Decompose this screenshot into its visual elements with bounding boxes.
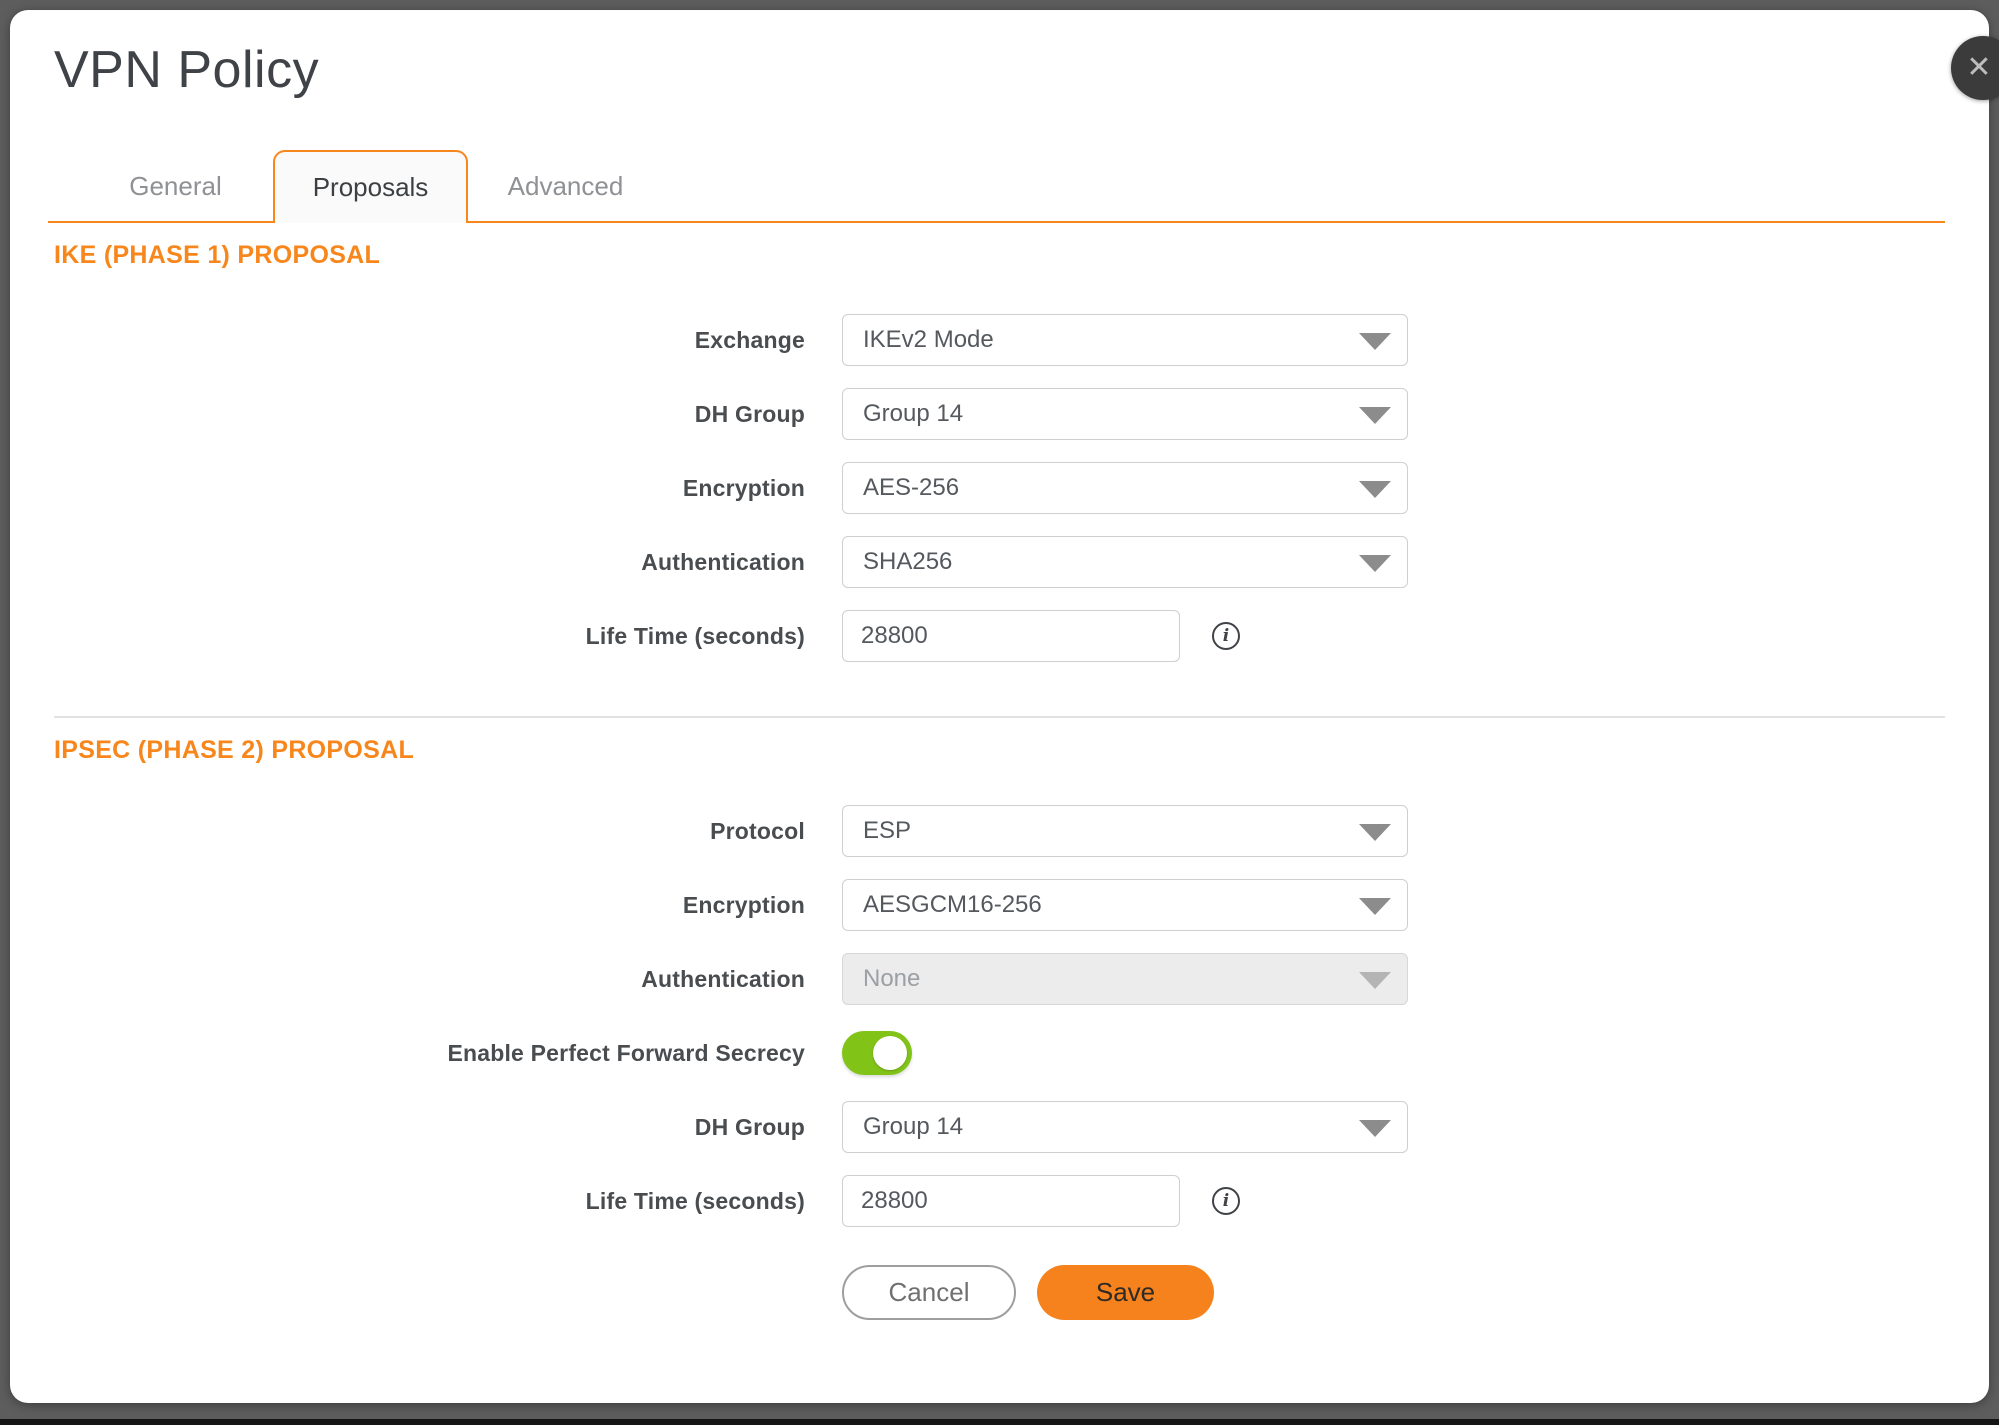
protocol-value: ESP bbox=[863, 817, 911, 845]
tab-advanced[interactable]: Advanced bbox=[468, 151, 663, 221]
info-icon[interactable]: i bbox=[1212, 622, 1240, 650]
authentication-value: SHA256 bbox=[863, 548, 952, 576]
pfs-row: Enable Perfect Forward Secrecy bbox=[10, 1027, 1989, 1079]
authentication2-select-disabled: None bbox=[842, 953, 1408, 1005]
chevron-down-icon bbox=[1359, 555, 1391, 572]
encryption-label: Encryption bbox=[10, 475, 805, 502]
pfs-toggle[interactable] bbox=[842, 1031, 912, 1075]
life-time2-row: Life Time (seconds) i bbox=[10, 1175, 1989, 1227]
exchange-select[interactable]: IKEv2 Mode bbox=[842, 314, 1408, 366]
chevron-down-icon bbox=[1359, 407, 1391, 424]
phase1-form: Exchange IKEv2 Mode DH Group Group 14 bbox=[10, 314, 1989, 662]
encryption2-select[interactable]: AESGCM16-256 bbox=[842, 879, 1408, 931]
life-time2-label: Life Time (seconds) bbox=[10, 1188, 805, 1215]
authentication2-value: None bbox=[863, 965, 920, 993]
chevron-down-icon bbox=[1359, 1120, 1391, 1137]
life-time-row: Life Time (seconds) i bbox=[10, 610, 1989, 662]
encryption2-row: Encryption AESGCM16-256 bbox=[10, 879, 1989, 931]
protocol-label: Protocol bbox=[10, 818, 805, 845]
protocol-select[interactable]: ESP bbox=[842, 805, 1408, 857]
dh-group2-label: DH Group bbox=[10, 1114, 805, 1141]
screen-background: VPN Policy General Proposals Advanced IK… bbox=[0, 0, 1999, 1425]
encryption2-label: Encryption bbox=[10, 892, 805, 919]
chevron-down-icon bbox=[1359, 481, 1391, 498]
dh-group-value: Group 14 bbox=[863, 400, 963, 428]
vpn-policy-dialog: VPN Policy General Proposals Advanced IK… bbox=[10, 10, 1989, 1403]
chevron-down-icon bbox=[1359, 898, 1391, 915]
dh-group2-row: DH Group Group 14 bbox=[10, 1101, 1989, 1153]
dialog-title: VPN Policy bbox=[54, 40, 1989, 100]
dh-group2-select[interactable]: Group 14 bbox=[842, 1101, 1408, 1153]
dh-group2-value: Group 14 bbox=[863, 1113, 963, 1141]
authentication-select[interactable]: SHA256 bbox=[842, 536, 1408, 588]
tab-general[interactable]: General bbox=[78, 151, 273, 221]
close-icon: ✕ bbox=[1966, 53, 1999, 83]
chevron-down-icon bbox=[1359, 333, 1391, 350]
authentication2-row: Authentication None bbox=[10, 953, 1989, 1005]
phase2-form: Protocol ESP Encryption AESGCM16-256 bbox=[10, 805, 1989, 1320]
cancel-button[interactable]: Cancel bbox=[842, 1265, 1016, 1320]
encryption2-value: AESGCM16-256 bbox=[863, 891, 1042, 919]
dh-group-row: DH Group Group 14 bbox=[10, 388, 1989, 440]
toggle-knob bbox=[873, 1036, 907, 1070]
authentication2-label: Authentication bbox=[10, 966, 805, 993]
life-time-input[interactable] bbox=[842, 610, 1180, 662]
tab-proposals[interactable]: Proposals bbox=[273, 150, 468, 223]
exchange-row: Exchange IKEv2 Mode bbox=[10, 314, 1989, 366]
encryption-select[interactable]: AES-256 bbox=[842, 462, 1408, 514]
encryption-value: AES-256 bbox=[863, 474, 959, 502]
section-divider bbox=[54, 716, 1945, 718]
actions-row: Cancel Save bbox=[10, 1265, 1989, 1320]
life-time2-input[interactable] bbox=[842, 1175, 1180, 1227]
life-time-label: Life Time (seconds) bbox=[10, 623, 805, 650]
pfs-label: Enable Perfect Forward Secrecy bbox=[10, 1040, 805, 1067]
info-icon[interactable]: i bbox=[1212, 1187, 1240, 1215]
chevron-down-icon bbox=[1359, 824, 1391, 841]
chevron-down-icon bbox=[1359, 972, 1391, 989]
ike-phase1-heading: IKE (PHASE 1) PROPOSAL bbox=[54, 241, 1989, 270]
encryption-row: Encryption AES-256 bbox=[10, 462, 1989, 514]
dh-group-label: DH Group bbox=[10, 401, 805, 428]
ipsec-phase2-heading: IPSEC (PHASE 2) PROPOSAL bbox=[54, 736, 1989, 765]
authentication-row: Authentication SHA256 bbox=[10, 536, 1989, 588]
exchange-value: IKEv2 Mode bbox=[863, 326, 994, 354]
dh-group-select[interactable]: Group 14 bbox=[842, 388, 1408, 440]
tab-bar: General Proposals Advanced bbox=[48, 150, 1945, 223]
protocol-row: Protocol ESP bbox=[10, 805, 1989, 857]
authentication-label: Authentication bbox=[10, 549, 805, 576]
exchange-label: Exchange bbox=[10, 327, 805, 354]
save-button[interactable]: Save bbox=[1037, 1265, 1214, 1320]
